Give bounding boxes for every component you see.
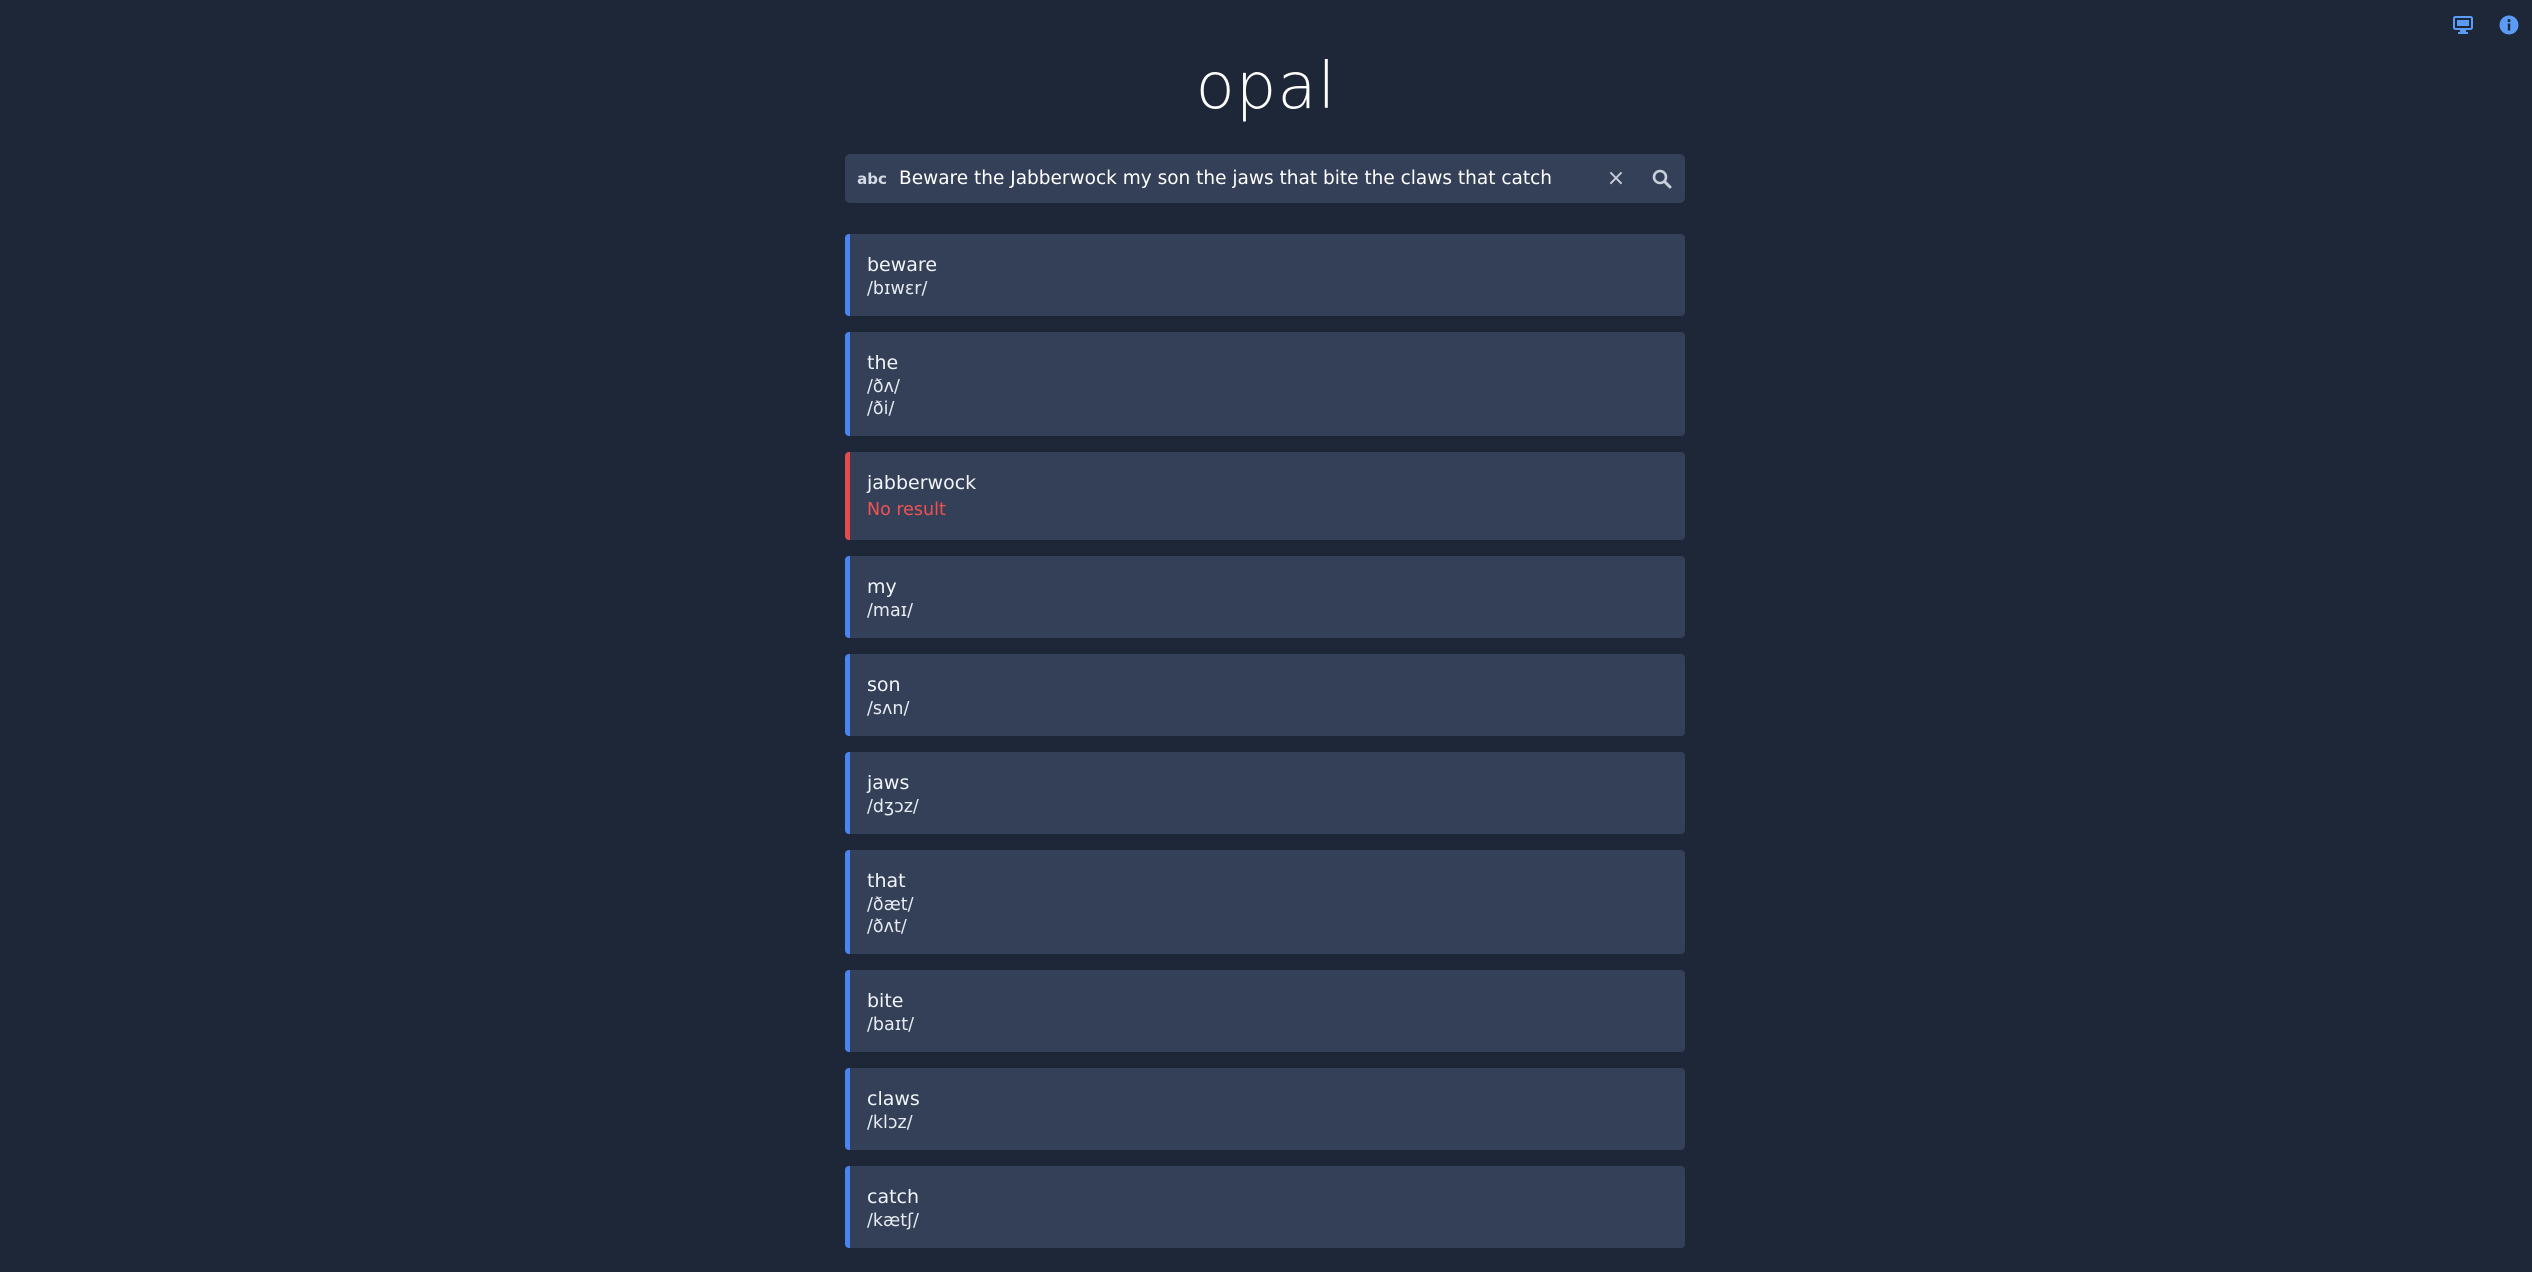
no-result-message: No result [867, 500, 946, 520]
result-pronunciation: /klɔz/ [867, 1113, 913, 1133]
result-pronunciation: /ðʌt/ [867, 917, 907, 937]
result-card: catch/kætʃ/ [845, 1166, 1685, 1248]
results-list: beware/bɪwɛr/the/ðʌ//ði/jabberwock No res… [845, 234, 1685, 1264]
result-pronunciation: /sʌn/ [867, 699, 910, 719]
result-card: claws/klɔz/ [845, 1068, 1685, 1150]
result-word: my [867, 576, 897, 598]
result-card: beware/bɪwɛr/ [845, 234, 1685, 316]
result-word: that [867, 870, 906, 892]
app-title: opal [1195, 50, 1337, 124]
result-word: bite [867, 990, 904, 1012]
result-pronunciation: /maɪ/ [867, 601, 914, 621]
result-pronunciation: /baɪt/ [867, 1015, 914, 1035]
clear-button[interactable]: × [1593, 154, 1639, 203]
info-icon[interactable] [2498, 14, 2520, 36]
result-pronunciation: /ðʌ/ [867, 377, 900, 397]
result-pronunciation: /ðæt/ [867, 895, 914, 915]
search-input[interactable] [899, 154, 1593, 203]
search-icon [1652, 169, 1672, 188]
result-card: jaws/dʒɔz/ [845, 752, 1685, 834]
result-pronunciation: /kætʃ/ [867, 1211, 919, 1231]
result-word: jabberwock [867, 472, 977, 494]
result-card: my/maɪ/ [845, 556, 1685, 638]
result-card: that/ðæt//ðʌt/ [845, 850, 1685, 954]
top-toolbar [2452, 14, 2520, 36]
result-pronunciation: /dʒɔz/ [867, 797, 919, 817]
monitor-icon[interactable] [2452, 14, 2474, 36]
result-card: the/ðʌ//ði/ [845, 332, 1685, 436]
result-word: beware [867, 254, 938, 276]
result-word: catch [867, 1186, 920, 1208]
result-card: bite/baɪt/ [845, 970, 1685, 1052]
search-bar: abc × [845, 154, 1685, 203]
result-card: jabberwock No result [845, 452, 1685, 540]
search-button[interactable] [1639, 154, 1685, 203]
result-word: claws [867, 1088, 920, 1110]
result-pronunciation: /bɪwɛr/ [867, 279, 928, 299]
result-card: son/sʌn/ [845, 654, 1685, 736]
result-word: the [867, 352, 899, 374]
result-word: jaws [867, 772, 910, 794]
result-pronunciation: /ði/ [867, 399, 895, 419]
result-word: son [867, 674, 901, 696]
input-mode-toggle[interactable]: abc [845, 154, 899, 203]
